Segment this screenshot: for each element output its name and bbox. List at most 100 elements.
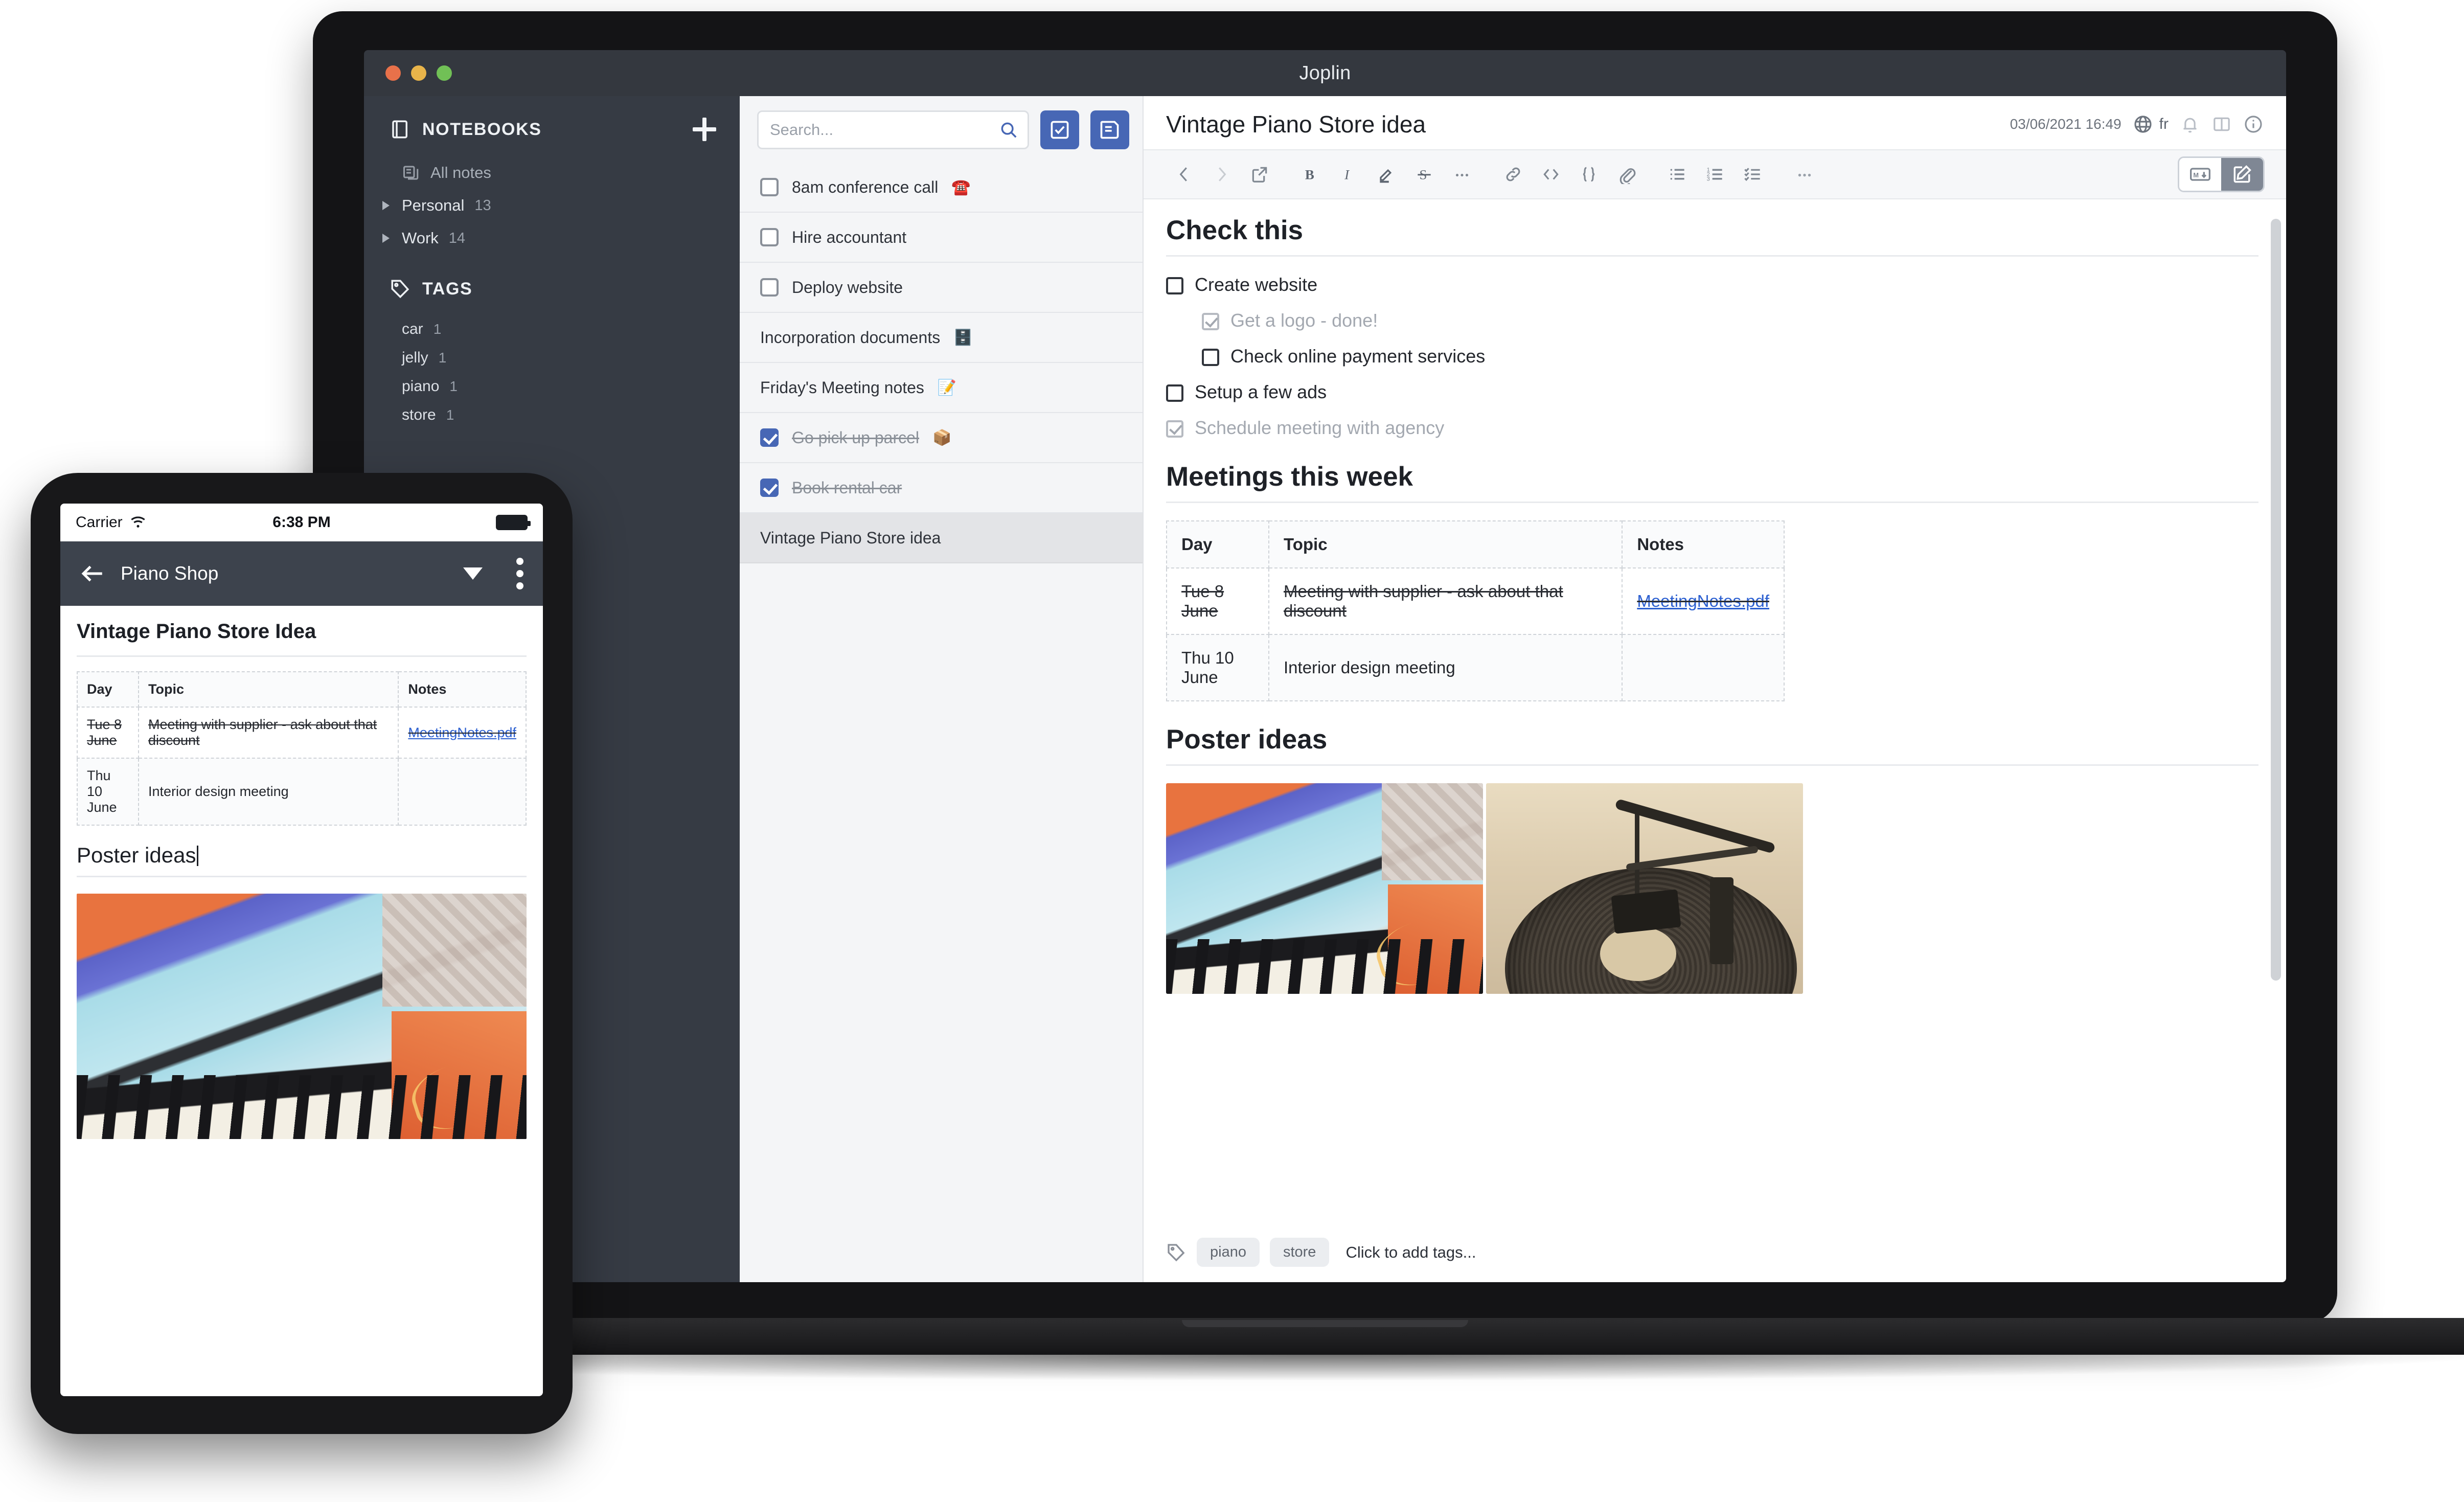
note-list-item-selected[interactable]: Vintage Piano Store idea	[740, 513, 1143, 563]
note-title: Friday's Meeting notes	[760, 378, 924, 397]
search-input[interactable]	[770, 121, 994, 139]
markdown-mode-button[interactable]: M	[2179, 158, 2221, 191]
chevron-right-icon[interactable]	[382, 234, 390, 243]
chevron-down-icon[interactable]	[463, 567, 483, 580]
markdown-checkbox-checked[interactable]	[1166, 420, 1183, 438]
note-tag-store[interactable]: store	[1269, 1238, 1330, 1267]
battery-icon	[496, 515, 531, 530]
kebab-dot	[516, 582, 523, 589]
checkbox-list-icon[interactable]	[1735, 159, 1772, 190]
markdown-checkbox-checked[interactable]	[1202, 313, 1219, 330]
editor-scrollbar[interactable]	[2271, 219, 2281, 981]
checklist-item[interactable]: Setup a few ads	[1166, 381, 2258, 403]
note-list-item[interactable]: Friday's Meeting notes 📝	[740, 363, 1143, 413]
column-header-topic: Topic	[1268, 520, 1623, 568]
checklist-label: Schedule meeting with agency	[1195, 417, 1445, 438]
info-icon[interactable]	[2243, 114, 2264, 134]
checklist-item[interactable]: Get a logo - done!	[1202, 310, 2258, 331]
note-list-item[interactable]: Book rental car	[740, 463, 1143, 513]
forward-arrow-icon[interactable]	[1203, 159, 1241, 190]
checklist-item[interactable]: Schedule meeting with agency	[1166, 417, 2258, 439]
section-heading-check-this: Check this	[1166, 215, 2258, 257]
editor-toolbar: B I S 1 2 3 M	[1144, 149, 2286, 199]
phone-device: Carrier 6:38 PM Piano Shop Vintage Piano…	[31, 473, 573, 1434]
desktop-app-window: Joplin NOTEBOOKS All notes Personal 13 W…	[364, 50, 2286, 1282]
svg-text:B: B	[1305, 167, 1314, 183]
kebab-menu-icon[interactable]	[516, 558, 523, 589]
note-list-item[interactable]: Incorporation documents 🗄️	[740, 313, 1143, 363]
back-arrow-icon[interactable]	[1165, 159, 1203, 190]
sidebar-tag-jelly[interactable]: jelly 1	[364, 344, 740, 372]
code-block-icon[interactable]	[1570, 159, 1608, 190]
table-row: Thu 10 June Interior design meeting	[1166, 634, 1785, 701]
link-icon[interactable]	[1494, 159, 1532, 190]
search-icon	[999, 120, 1018, 140]
sidebar-tag-piano[interactable]: piano 1	[364, 372, 740, 401]
note-emoji: 📦	[932, 429, 952, 446]
attach-icon[interactable]	[1608, 159, 1646, 190]
table-row: Thu 10 June Interior design meeting	[77, 758, 527, 826]
new-note-button[interactable]	[1090, 110, 1129, 149]
split-view-icon[interactable]	[2211, 114, 2232, 134]
cell-topic: Interior design meeting	[138, 758, 399, 826]
globe-icon[interactable]	[2133, 114, 2153, 134]
bullet-list-icon[interactable]	[1659, 159, 1697, 190]
markdown-checkbox[interactable]	[1202, 349, 1219, 366]
note-list-item[interactable]: Go pick up parcel 📦	[740, 413, 1143, 463]
notebook-count: 13	[474, 197, 491, 214]
minimize-button[interactable]	[411, 65, 426, 81]
overflow-menu-icon[interactable]	[1786, 159, 1823, 190]
chevron-right-icon[interactable]	[382, 201, 390, 210]
column-header-notes: Notes	[398, 671, 527, 708]
more-format-icon[interactable]	[1443, 159, 1481, 190]
new-todo-button[interactable]	[1040, 110, 1079, 149]
sidebar-item-work[interactable]: Work 14	[364, 222, 740, 255]
sidebar-tag-store[interactable]: store 1	[364, 401, 740, 429]
markdown-checkbox[interactable]	[1166, 277, 1183, 294]
open-external-icon[interactable]	[1241, 159, 1279, 190]
todo-checkbox[interactable]	[760, 178, 779, 196]
phone-app-bar: Piano Shop	[60, 541, 543, 606]
sidebar-tag-car[interactable]: car 1	[364, 315, 740, 344]
note-tag-piano[interactable]: piano	[1197, 1238, 1260, 1267]
todo-checkbox[interactable]	[760, 479, 779, 497]
back-arrow-icon[interactable]	[80, 561, 105, 586]
note-list-item[interactable]: Deploy website	[740, 263, 1143, 313]
todo-checkbox[interactable]	[760, 228, 779, 246]
close-button[interactable]	[385, 65, 401, 81]
code-icon[interactable]	[1532, 159, 1570, 190]
checklist-item[interactable]: Create website	[1166, 274, 2258, 295]
numbered-list-icon[interactable]: 1 2 3	[1697, 159, 1735, 190]
tag-label: jelly	[402, 349, 428, 366]
editor-note-title[interactable]: Vintage Piano Store idea	[1166, 110, 1426, 138]
todo-checkbox[interactable]	[760, 278, 779, 297]
italic-button[interactable]: I	[1330, 159, 1367, 190]
todo-checkbox[interactable]	[760, 428, 779, 447]
meeting-notes-link[interactable]: MeetingNotes.pdf	[1637, 591, 1769, 610]
alarm-bell-icon[interactable]	[2180, 114, 2200, 134]
richtext-mode-button[interactable]	[2221, 158, 2263, 191]
meeting-notes-link[interactable]: MeetingNotes.pdf	[408, 725, 516, 740]
add-notebook-button[interactable]	[693, 118, 716, 141]
note-content[interactable]: Check this Create website Get a logo - d…	[1144, 199, 2286, 1224]
notebooks-title: NOTEBOOKS	[422, 119, 542, 139]
strikethrough-button[interactable]: S	[1405, 159, 1443, 190]
note-list-item[interactable]: 8am conference call ☎️	[740, 163, 1143, 213]
column-header-topic: Topic	[138, 671, 399, 708]
note-emoji: ☎️	[951, 178, 971, 196]
markdown-checkbox[interactable]	[1166, 384, 1183, 402]
note-list-item[interactable]: Hire accountant	[740, 213, 1143, 263]
notebook-label: Personal	[402, 196, 465, 214]
phone-note-body[interactable]: Vintage Piano Store Idea Day Topic Notes…	[60, 606, 543, 1396]
sidebar-item-all-notes[interactable]: All notes	[364, 156, 740, 189]
checklist-item[interactable]: Check online payment services	[1202, 346, 2258, 367]
highlight-icon[interactable]	[1367, 159, 1405, 190]
search-box[interactable]	[757, 110, 1029, 149]
phone-note-title: Vintage Piano Store Idea	[77, 620, 527, 657]
sidebar-item-personal[interactable]: Personal 13	[364, 189, 740, 222]
checklist-label: Create website	[1195, 274, 1318, 295]
table-header-row: Day Topic Notes	[77, 671, 527, 708]
zoom-button[interactable]	[437, 65, 452, 81]
add-tags-label[interactable]: Click to add tags...	[1345, 1243, 1476, 1262]
bold-button[interactable]: B	[1292, 159, 1330, 190]
